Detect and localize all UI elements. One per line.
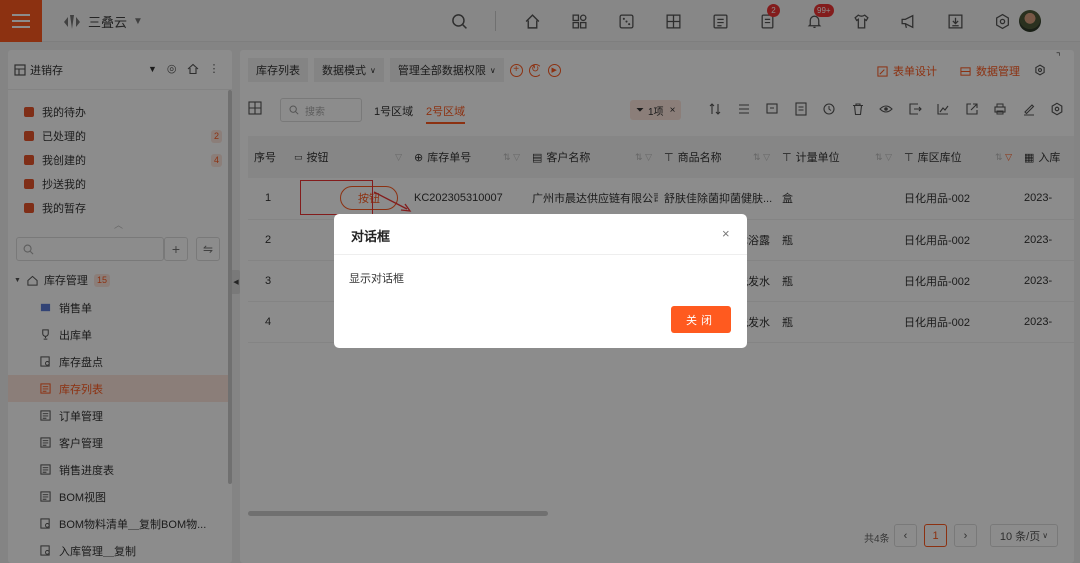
dialog-divider (334, 254, 747, 255)
dialog-title: 对话框 (351, 229, 391, 244)
dialog-close-button[interactable]: 关闭 (671, 306, 731, 333)
dialog-close-icon[interactable]: × (722, 226, 730, 241)
dialog: 对话框 × 显示对话框 关闭 (334, 214, 747, 348)
dialog-body: 显示对话框 (349, 273, 404, 285)
